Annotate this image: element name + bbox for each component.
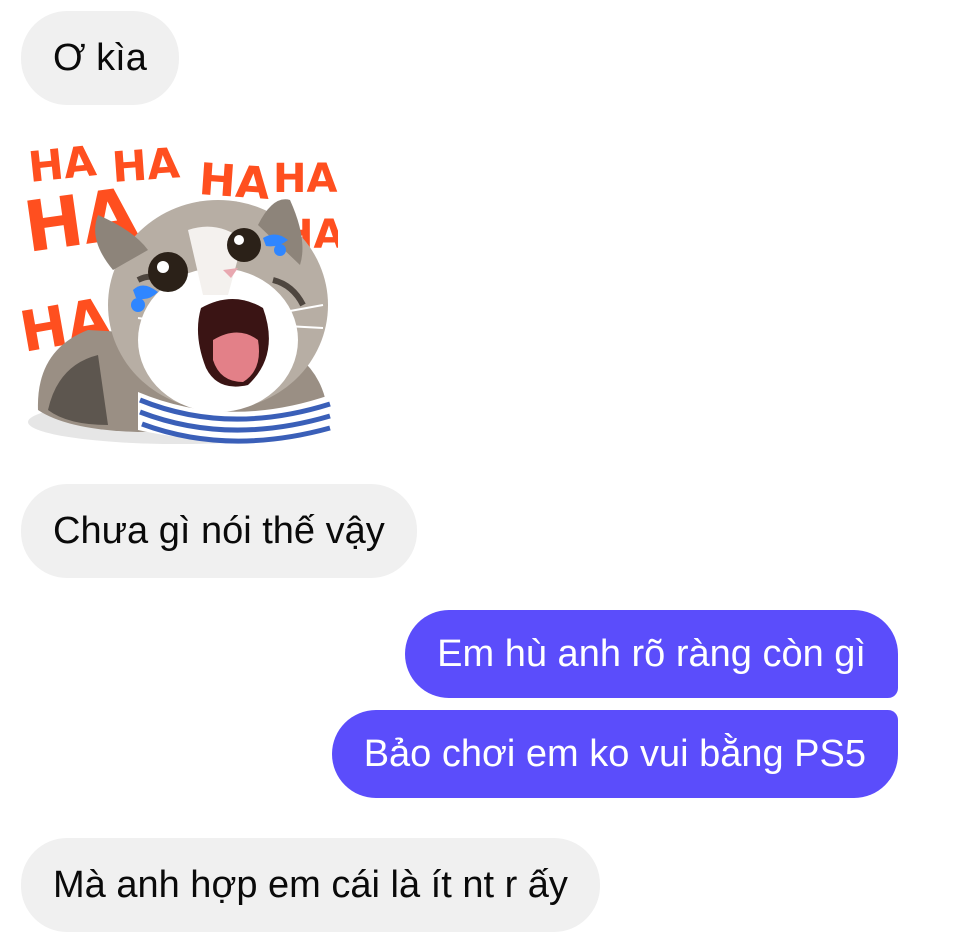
message-text: Mà anh hợp em cái là ít nt r ấy [53,864,568,906]
laughing-cat-sticker-icon[interactable]: HA HA HA HA HA HA HA [18,130,338,460]
message-text: Chưa gì nói thế vậy [53,510,385,552]
message-text: Ơ kìa [53,37,147,79]
outgoing-message-bubble[interactable]: Em hù anh rõ ràng còn gì [405,610,898,698]
message-text: Bảo chơi em ko vui bằng PS5 [363,733,866,775]
incoming-message-bubble[interactable]: Ơ kìa [21,11,179,105]
outgoing-message-bubble[interactable]: Bảo chơi em ko vui bằng PS5 [331,710,898,798]
incoming-message-bubble[interactable]: Mà anh hợp em cái là ít nt r ấy [21,838,600,932]
svg-text:HA: HA [273,156,337,202]
message-text: Em hù anh rõ ràng còn gì [437,633,866,675]
cat-sticker-graphic: HA HA HA HA HA HA HA [18,136,338,444]
incoming-message-bubble[interactable]: Chưa gì nói thế vậy [21,484,417,578]
